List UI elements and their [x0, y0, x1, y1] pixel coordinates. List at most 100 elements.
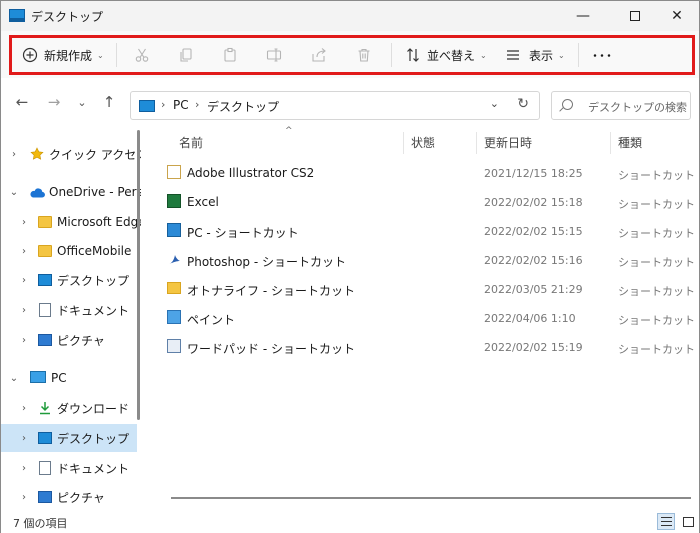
copy-button[interactable]: [177, 39, 195, 71]
breadcrumb-pc[interactable]: PC: [173, 98, 189, 112]
file-type: ショートカット: [618, 198, 695, 211]
search-icon: [562, 99, 573, 110]
file-row[interactable]: オトナライフ - ショートカット 2022/03/05 21:29 ショートカッ…: [149, 275, 699, 303]
forward-button[interactable]: →: [44, 92, 64, 112]
horizontal-scrollbar[interactable]: [171, 497, 691, 499]
more-options-button[interactable]: ･･･: [592, 39, 613, 71]
new-button[interactable]: 新規作成 ⌄: [21, 39, 104, 71]
nav-item-officemobile[interactable]: › OfficeMobile: [1, 237, 137, 265]
nav-item-onedrive-desktop[interactable]: › デスクトップ: [1, 266, 137, 294]
nav-item-microsoft-edge[interactable]: › Microsoft Edge: [1, 208, 141, 236]
file-modified: 2022/04/06 1:10: [484, 312, 576, 325]
chevron-right-icon[interactable]: ›: [19, 492, 29, 503]
chevron-right-icon[interactable]: ›: [19, 433, 29, 444]
file-name: ワードパッド - ショートカット: [187, 342, 355, 356]
search-input[interactable]: デスクトップの検索: [551, 91, 691, 120]
chevron-down-icon[interactable]: ⌄: [9, 187, 19, 198]
photoshop-icon: [167, 252, 181, 266]
recent-locations-button[interactable]: ⌄: [72, 92, 92, 112]
chevron-right-icon[interactable]: ›: [19, 275, 29, 286]
chevron-right-icon[interactable]: ›: [19, 217, 29, 228]
minimize-button[interactable]: —: [561, 1, 605, 31]
chevron-right-icon[interactable]: ›: [19, 305, 29, 316]
paint-icon: [167, 310, 181, 324]
nav-label: OneDrive - Perso: [49, 185, 141, 199]
view-label: 表示: [529, 48, 554, 63]
file-type: ショートカット: [618, 227, 695, 240]
delete-button[interactable]: [355, 39, 373, 71]
refresh-icon[interactable]: ↻: [517, 96, 529, 112]
illustrator-shortcut-icon: [167, 165, 181, 179]
file-type: ショートカット: [618, 169, 695, 182]
details-view-button[interactable]: [657, 513, 675, 530]
sort-ascending-icon: ^: [285, 126, 293, 136]
file-row[interactable]: Adobe Illustrator CS2 2021/12/15 18:25 シ…: [149, 159, 699, 187]
chevron-right-icon[interactable]: ›: [19, 403, 29, 414]
file-row[interactable]: PC - ショートカット 2022/02/02 15:15 ショートカット: [149, 217, 699, 245]
column-header-name[interactable]: 名前: [179, 134, 203, 151]
folder-icon: [38, 216, 52, 228]
sort-label: 並べ替え: [427, 48, 476, 63]
scissors-icon: [133, 46, 151, 64]
nav-item-onedrive-pictures[interactable]: › ピクチャ: [1, 326, 137, 354]
item-count: 7 個の項目: [13, 517, 68, 530]
chevron-right-icon[interactable]: ›: [9, 149, 19, 160]
chevron-right-icon[interactable]: ›: [19, 335, 29, 346]
nav-item-documents[interactable]: › ドキュメント: [1, 454, 137, 482]
column-divider[interactable]: [476, 132, 477, 154]
breadcrumb-desktop[interactable]: デスクトップ: [207, 98, 279, 115]
nav-item-pc[interactable]: ⌄ PC: [1, 364, 137, 392]
cloud-icon: [29, 187, 45, 198]
desktop-icon: [139, 100, 155, 112]
chevron-down-icon: ⌄: [97, 50, 104, 60]
column-divider[interactable]: [403, 132, 404, 154]
back-button[interactable]: ←: [12, 92, 32, 112]
up-button[interactable]: ↑: [99, 92, 119, 112]
chevron-right-icon[interactable]: ›: [19, 246, 29, 257]
file-row[interactable]: Excel 2022/02/02 15:18 ショートカット: [149, 188, 699, 216]
navigation-scrollbar[interactable]: [137, 130, 140, 420]
column-divider[interactable]: [610, 132, 611, 154]
rename-button[interactable]: [265, 39, 283, 71]
close-button[interactable]: ✕: [655, 1, 699, 31]
chevron-right-icon[interactable]: ›: [19, 463, 29, 474]
share-button[interactable]: [310, 39, 328, 71]
toolbar-divider: [578, 43, 579, 67]
file-row[interactable]: ワードパッド - ショートカット 2022/02/02 15:19 ショートカッ…: [149, 333, 699, 361]
nav-item-downloads[interactable]: › ダウンロード: [1, 394, 137, 422]
trash-icon: [355, 46, 373, 64]
view-button[interactable]: 表示 ⌄: [504, 39, 565, 71]
chevron-down-icon[interactable]: ⌄: [9, 373, 19, 384]
desktop-icon: [38, 274, 52, 286]
file-type: ショートカット: [618, 343, 695, 356]
nav-item-onedrive[interactable]: ⌄ OneDrive - Perso: [1, 178, 141, 206]
cut-button[interactable]: [133, 39, 151, 71]
nav-item-pictures[interactable]: › ピクチャ: [1, 483, 137, 510]
paste-button[interactable]: [221, 39, 239, 71]
maximize-button[interactable]: [613, 1, 657, 31]
excel-icon: [167, 194, 181, 208]
arrow-up-icon: ↑: [102, 93, 116, 111]
nav-label: ドキュメント: [57, 303, 130, 318]
file-row[interactable]: ペイント 2022/04/06 1:10 ショートカット: [149, 304, 699, 332]
column-header-status[interactable]: 状態: [411, 134, 435, 151]
chevron-down-icon: ⌄: [480, 50, 487, 60]
new-label: 新規作成: [44, 48, 93, 63]
wordpad-icon: [167, 339, 181, 353]
nav-item-desktop[interactable]: › デスクトップ: [1, 424, 137, 452]
folder-shortcut-icon: [167, 282, 181, 294]
file-type: ショートカット: [618, 256, 695, 269]
nav-item-quick-access[interactable]: › クイック アクセス: [1, 140, 141, 168]
address-history-dropdown[interactable]: ⌄: [490, 97, 499, 110]
nav-item-onedrive-documents[interactable]: › ドキュメント: [1, 296, 137, 324]
column-header-modified[interactable]: 更新日時: [484, 134, 532, 151]
file-row[interactable]: Photoshop - ショートカット 2022/02/02 15:16 ショー…: [149, 246, 699, 274]
sort-button[interactable]: 並べ替え ⌄: [404, 39, 487, 71]
search-placeholder: デスクトップの検索: [588, 101, 687, 114]
large-icons-view-button[interactable]: [679, 513, 697, 530]
command-bar: 新規作成 ⌄ 並べ替え ⌄ 表示 ⌄ ･･･: [1, 31, 699, 78]
arrow-right-icon: →: [47, 93, 61, 111]
address-bar[interactable]: › PC › デスクトップ ⌄ ↻: [130, 91, 540, 120]
pc-shortcut-icon: [167, 223, 181, 237]
column-header-type[interactable]: 種類: [618, 134, 642, 151]
